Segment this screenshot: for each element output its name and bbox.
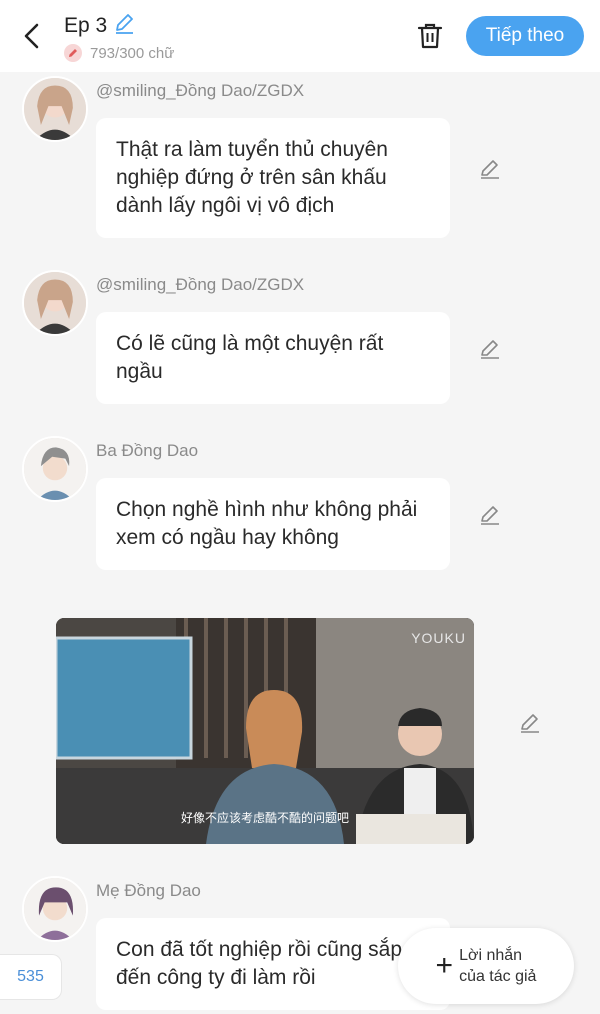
video-frame-image[interactable]: YOUKU 好像不应该考虑酷不酷的问题吧 bbox=[56, 618, 474, 844]
sender-name: Ba Đồng Dao bbox=[96, 441, 199, 460]
edit-pencil-icon bbox=[521, 714, 539, 733]
author-note-button[interactable]: + Lời nhắn của tác giả bbox=[398, 928, 574, 1004]
message-bubble[interactable]: Có lẽ cũng là một chuyện rất ngầu bbox=[96, 312, 450, 404]
back-arrow-icon bbox=[24, 23, 39, 49]
comment-counter[interactable]: 535 bbox=[0, 954, 62, 1000]
message-item: @smiling_Đồng Dao/ZGDX Thật ra làm tuyển… bbox=[0, 76, 600, 238]
edit-title-button[interactable] bbox=[113, 12, 135, 40]
video-watermark: YOUKU bbox=[411, 630, 466, 646]
plus-icon: + bbox=[435, 949, 454, 982]
top-bar: Ep 3 793/300 chữ Tiếp theo bbox=[0, 0, 600, 72]
back-button[interactable] bbox=[14, 18, 50, 54]
avatar[interactable] bbox=[22, 436, 88, 502]
avatar[interactable] bbox=[22, 76, 88, 142]
edit-pencil-icon bbox=[481, 160, 499, 179]
pencil-icon bbox=[116, 14, 134, 34]
edit-message-button[interactable] bbox=[477, 335, 503, 361]
message-bubble[interactable]: Thật ra làm tuyển thủ chuyên nghiệp đứng… bbox=[96, 118, 450, 238]
author-note-line1: Lời nhắn bbox=[459, 947, 523, 964]
edit-pencil-icon bbox=[481, 340, 499, 359]
edit-message-button[interactable] bbox=[477, 501, 503, 527]
sender-name: @smiling_Đồng Dao/ZGDX bbox=[96, 81, 305, 100]
message-item: @smiling_Đồng Dao/ZGDX Có lẽ cũng là một… bbox=[0, 270, 600, 404]
episode-header: Ep 3 793/300 chữ bbox=[64, 12, 174, 62]
avatar[interactable] bbox=[22, 270, 88, 336]
edit-message-button[interactable] bbox=[517, 709, 543, 735]
delete-button[interactable] bbox=[412, 18, 448, 54]
sender-name: @smiling_Đồng Dao/ZGDX bbox=[96, 275, 305, 294]
avatar[interactable] bbox=[22, 876, 88, 942]
sender-name: Mẹ Đồng Dao bbox=[96, 881, 201, 900]
message-bubble[interactable]: Con đã tốt nghiệp rồi cũng sắp đến công … bbox=[96, 918, 450, 1010]
video-subtitle: 好像不应该考虑酷不酷的问题吧 bbox=[180, 811, 349, 825]
character-count: 793/300 chữ bbox=[90, 44, 175, 62]
pencil-badge-icon bbox=[64, 44, 82, 62]
message-bubble[interactable]: Chọn nghề hình như không phải xem có ngầ… bbox=[96, 478, 450, 570]
edit-message-button[interactable] bbox=[477, 155, 503, 181]
message-item: Ba Đồng Dao Chọn nghề hình như không phả… bbox=[0, 436, 600, 570]
author-note-line2: của tác giả bbox=[459, 968, 537, 985]
author-note-label: Lời nhắn của tác giả bbox=[459, 945, 536, 987]
edit-pencil-icon bbox=[481, 506, 499, 525]
episode-title: Ep 3 bbox=[64, 14, 108, 37]
trash-icon bbox=[417, 23, 443, 49]
next-button[interactable]: Tiếp theo bbox=[466, 16, 584, 56]
